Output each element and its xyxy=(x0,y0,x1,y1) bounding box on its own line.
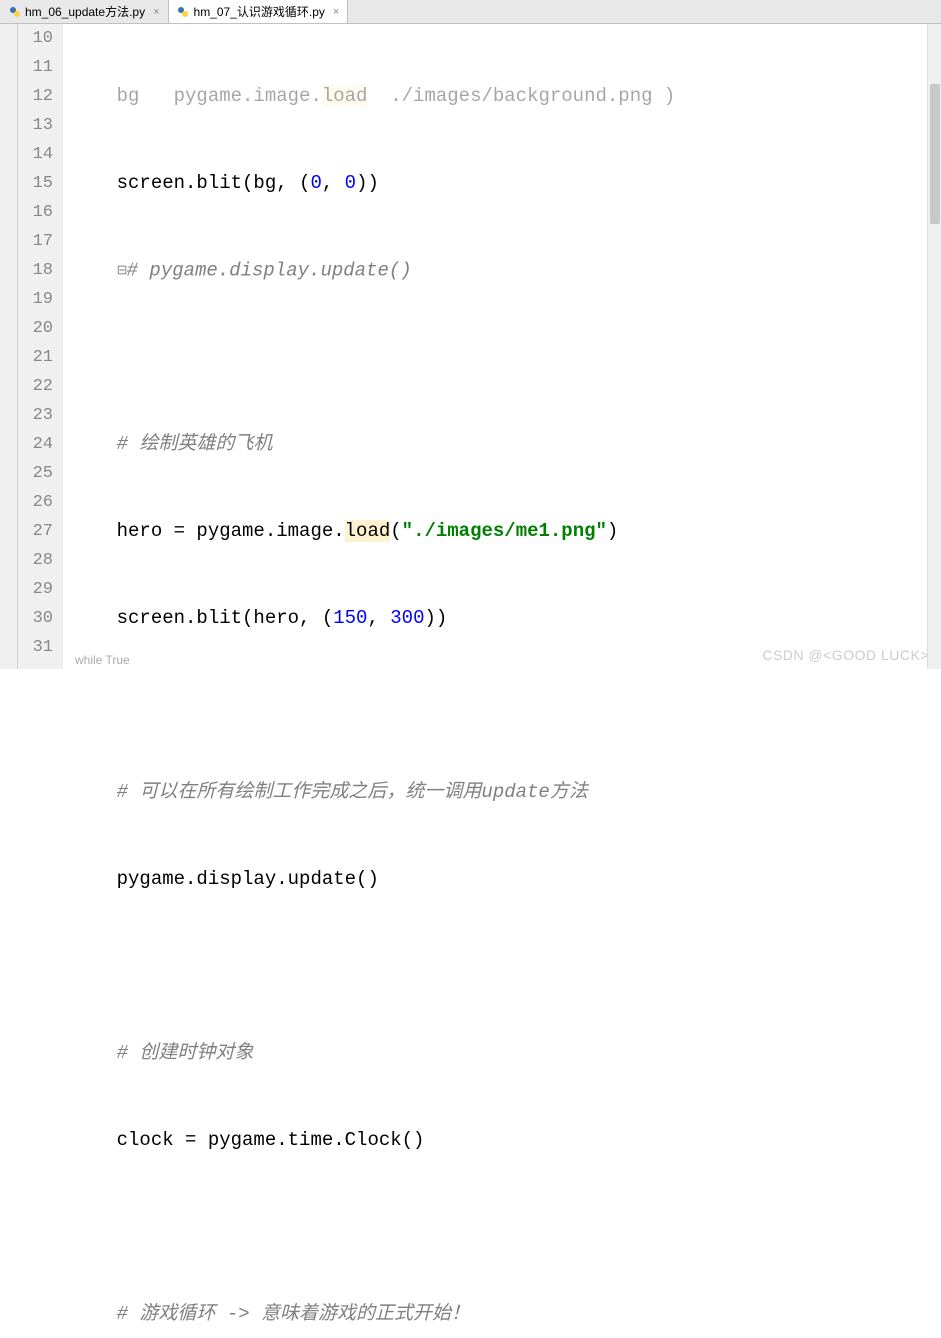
code-line: pygame.display.update() xyxy=(63,865,941,894)
code-line xyxy=(63,691,941,720)
scrollbar-thumb[interactable] xyxy=(930,84,940,224)
code-line: # 创建时钟对象 xyxy=(63,1039,941,1068)
code-line: screen.blit(hero, (150, 300)) xyxy=(63,604,941,633)
line-number: 28 xyxy=(18,546,53,575)
vertical-scrollbar[interactable] xyxy=(927,24,941,669)
line-number: 18 xyxy=(18,256,53,285)
close-icon[interactable]: × xyxy=(153,6,159,18)
code-line: ⊟# pygame.display.update() xyxy=(63,256,941,285)
line-number: 20 xyxy=(18,314,53,343)
line-number: 13 xyxy=(18,111,53,140)
code-line xyxy=(63,343,941,372)
tab-file-2[interactable]: hm_07_认识游戏循环.py × xyxy=(169,0,349,23)
line-number: 10 xyxy=(18,24,53,53)
code-line: hero = pygame.image.load("./images/me1.p… xyxy=(63,517,941,546)
code-line xyxy=(63,952,941,981)
code-line: # 游戏循环 -> 意味着游戏的正式开始！ xyxy=(63,1300,941,1329)
tab-bar: hm_06_update方法.py × hm_07_认识游戏循环.py × xyxy=(0,0,941,24)
editor-left-margin xyxy=(0,24,18,669)
line-number: 16 xyxy=(18,198,53,227)
line-number: 22 xyxy=(18,372,53,401)
editor: 1011121314151617181920212223242526272829… xyxy=(0,24,941,669)
line-number: 27 xyxy=(18,517,53,546)
line-number-gutter: 1011121314151617181920212223242526272829… xyxy=(18,24,63,669)
tab-label: hm_06_update方法.py xyxy=(25,3,145,20)
line-number: 11 xyxy=(18,53,53,82)
fold-marker-icon[interactable]: ⊟ xyxy=(117,256,127,285)
code-line: bg pygame.image.load ./images/background… xyxy=(63,82,941,111)
breadcrumb[interactable]: while True xyxy=(75,653,130,667)
line-number: 14 xyxy=(18,140,53,169)
line-number: 29 xyxy=(18,575,53,604)
line-number: 19 xyxy=(18,285,53,314)
tab-file-1[interactable]: hm_06_update方法.py × xyxy=(0,0,169,23)
line-number: 26 xyxy=(18,488,53,517)
line-number: 30 xyxy=(18,604,53,633)
python-file-icon xyxy=(177,5,190,18)
code-area[interactable]: bg pygame.image.load ./images/background… xyxy=(63,24,941,669)
watermark: CSDN @<GOOD LUCK> xyxy=(762,647,929,663)
line-number: 17 xyxy=(18,227,53,256)
code-line: clock = pygame.time.Clock() xyxy=(63,1126,941,1155)
line-number: 15 xyxy=(18,169,53,198)
line-number: 12 xyxy=(18,82,53,111)
python-file-icon xyxy=(8,5,21,18)
code-line: # 绘制英雄的飞机 xyxy=(63,430,941,459)
code-line: screen.blit(bg, (0, 0)) xyxy=(63,169,941,198)
line-number: 24 xyxy=(18,430,53,459)
line-number: 25 xyxy=(18,459,53,488)
close-icon[interactable]: × xyxy=(333,6,339,18)
line-number: 21 xyxy=(18,343,53,372)
code-line xyxy=(63,1213,941,1242)
line-number: 31 xyxy=(18,633,53,662)
tab-label: hm_07_认识游戏循环.py xyxy=(194,3,325,20)
code-line: # 可以在所有绘制工作完成之后，统一调用update方法 xyxy=(63,778,941,807)
line-number: 23 xyxy=(18,401,53,430)
